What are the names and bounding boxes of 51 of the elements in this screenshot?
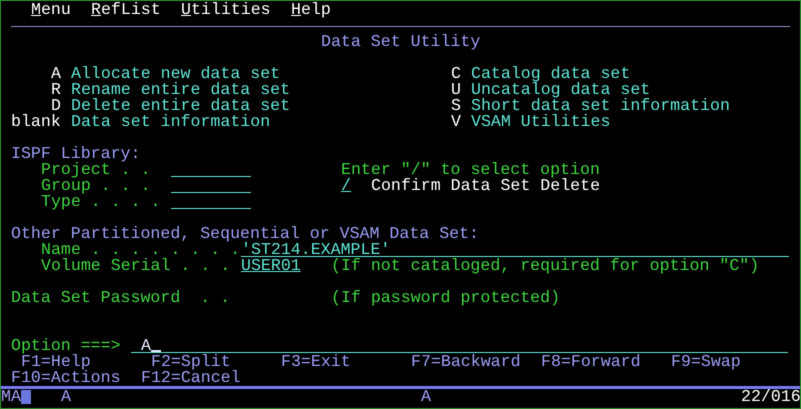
option-key: blank — [11, 114, 61, 130]
option-label: Data set information — [71, 114, 270, 130]
cursor-position: 22/016 — [741, 389, 801, 405]
function-key[interactable]: F7=Backward — [411, 354, 521, 370]
field-label: Volume Serial . . . — [41, 258, 230, 274]
option-label: VSAM Utilities — [471, 114, 610, 130]
field-label: Type . . . . — [41, 194, 160, 210]
function-key[interactable]: F10=Actions — [11, 370, 121, 386]
function-key[interactable]: F2=Split — [151, 354, 231, 370]
menu-item[interactable]: Help — [291, 2, 331, 18]
function-key[interactable]: F9=Swap — [671, 354, 741, 370]
field-label: Data Set Password . . — [11, 290, 230, 306]
input-field[interactable]: / — [341, 178, 351, 194]
function-key[interactable]: F3=Exit — [281, 354, 351, 370]
option-label: Short data set information — [471, 98, 730, 114]
status-block — [21, 390, 31, 404]
function-key[interactable]: F12=Cancel — [141, 370, 241, 386]
menu-item[interactable]: Utilities — [181, 2, 271, 18]
status-text: A — [421, 389, 431, 405]
option-label: Allocate new data set — [71, 66, 280, 82]
input-field[interactable]: USER01 — [241, 258, 301, 274]
hint-text: Enter "/" to select option — [341, 162, 600, 178]
section-heading: ISPF Library: — [11, 146, 140, 162]
status-text: A — [61, 389, 71, 405]
menu-item[interactable]: Menu — [31, 2, 71, 18]
option-key: S — [451, 98, 461, 114]
note-text: (If password protected) — [331, 290, 560, 306]
field-label: Name . . . . . . . . — [41, 242, 240, 258]
note-text: (If not cataloged, required for option "C") — [331, 258, 760, 274]
option-label: Uncatalog data set — [471, 82, 650, 98]
panel-title: Data Set Utility — [321, 34, 480, 50]
option-key: C — [451, 66, 461, 82]
command-field[interactable]: A — [131, 338, 788, 353]
section-heading: Other Partitioned, Sequential or VSAM Data Set: — [11, 226, 480, 242]
option-label: Rename entire data set — [71, 82, 290, 98]
option-label: Confirm Data Set Delete — [371, 178, 600, 194]
option-key: U — [451, 82, 461, 98]
option-key: V — [451, 114, 461, 130]
input-field[interactable]: 'ST214.EXAMPLE' — [241, 242, 789, 257]
function-key[interactable]: F8=Forward — [541, 354, 641, 370]
field-label: Project . . — [41, 162, 151, 178]
menu-item[interactable]: RefList — [91, 2, 161, 18]
option-key: A — [51, 66, 61, 82]
field-label: Group . . . — [41, 178, 151, 194]
option-label: Catalog data set — [471, 66, 630, 82]
field-label: Option ===> — [11, 338, 121, 354]
option-key: D — [51, 98, 61, 114]
option-key: R — [51, 82, 61, 98]
function-key[interactable]: F1=Help — [21, 354, 91, 370]
option-label: Delete entire data set — [71, 98, 290, 114]
session-indicator: MA — [1, 389, 21, 405]
